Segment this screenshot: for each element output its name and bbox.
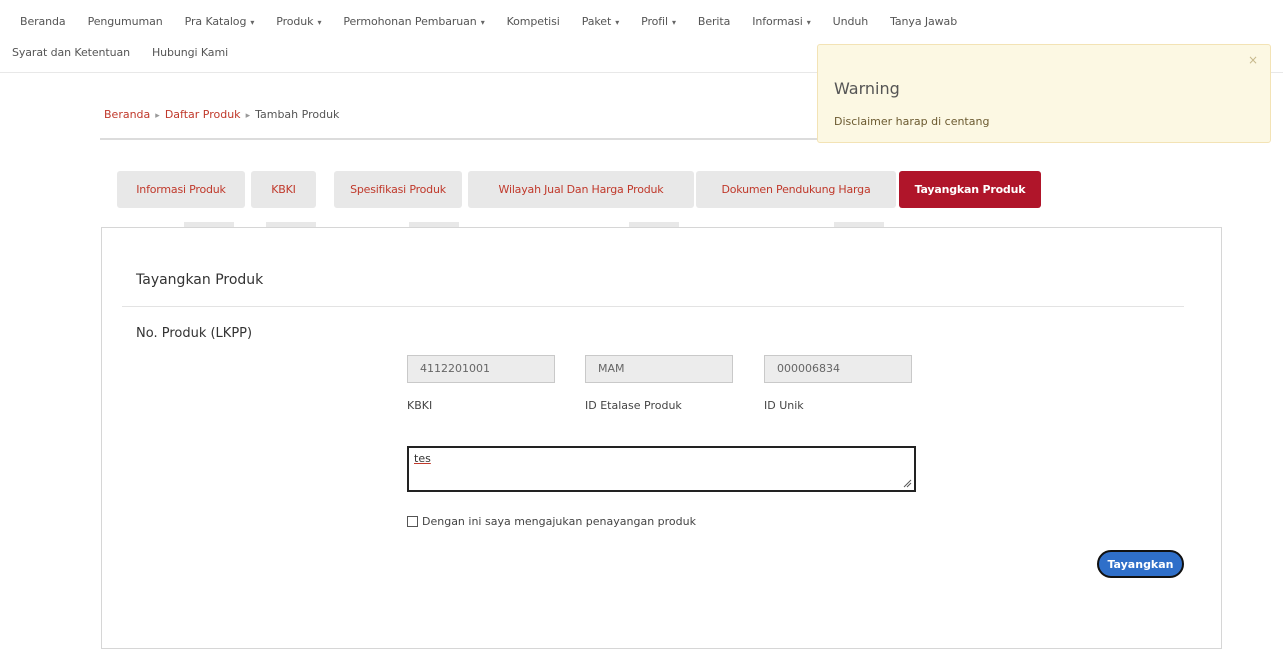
nav-item-label: Produk xyxy=(276,15,314,28)
product-number-label: No. Produk (LKPP) xyxy=(136,326,253,341)
nav-item-permohonan-pembaruan[interactable]: Permohonan Pembaruan ▾ xyxy=(343,15,484,28)
kbki-label: KBKI xyxy=(407,399,433,412)
nav-item-pra-katalog[interactable]: Pra Katalog ▾ xyxy=(185,15,255,28)
caret-down-icon: ▾ xyxy=(671,18,676,27)
disclaimer-checkbox[interactable] xyxy=(407,516,418,527)
nav-item-label: Profil xyxy=(641,15,668,28)
panel-title: Tayangkan Produk xyxy=(136,272,264,288)
nav-item-label: Berita xyxy=(697,15,731,28)
caret-down-icon: ▾ xyxy=(250,18,255,27)
notes-textarea-value: tes xyxy=(414,452,431,465)
nav-item-unduh[interactable]: Unduh xyxy=(832,15,869,28)
nav-item-label: Syarat dan Ketentuan xyxy=(12,46,130,59)
disclaimer-row: Dengan ini saya mengajukan penayangan pr… xyxy=(407,515,696,528)
nav-item-label: Informasi xyxy=(752,15,803,28)
breadcrumb-current: Tambah Produk xyxy=(255,108,340,121)
etalase-id-input: MAM xyxy=(585,355,733,383)
breadcrumb: Beranda ▸ Daftar Produk ▸ Tambah Produk xyxy=(104,108,339,121)
tab-dokumen-pendukung[interactable]: Dokumen Pendukung Harga xyxy=(696,171,896,208)
breadcrumb-divider xyxy=(100,138,825,140)
nav-item-label: Unduh xyxy=(832,15,869,28)
nav-item-pengumuman[interactable]: Pengumuman xyxy=(88,15,163,28)
toast-message: Disclaimer harap di centang xyxy=(834,115,990,128)
nav-item-berita[interactable]: Berita xyxy=(698,15,730,28)
nav-item-label: Paket xyxy=(581,15,612,28)
tab-spesifikasi-produk[interactable]: Spesifikasi Produk xyxy=(334,171,462,208)
caret-down-icon: ▾ xyxy=(806,18,811,27)
panel-divider xyxy=(122,306,1184,307)
caret-down-icon: ▾ xyxy=(615,18,620,27)
tayangkan-panel: Tayangkan Produk No. Produk (LKPP) 41122… xyxy=(101,227,1222,649)
breadcrumb-product-list[interactable]: Daftar Produk xyxy=(165,108,241,121)
nav-row-2: Syarat dan Ketentuan Hubungi Kami xyxy=(12,46,250,59)
nav-item-hubungi-kami[interactable]: Hubungi Kami xyxy=(152,46,228,59)
nav-item-profil[interactable]: Profil ▾ xyxy=(641,15,676,28)
breadcrumb-separator-icon: ▸ xyxy=(155,111,160,121)
nav-item-produk[interactable]: Produk ▾ xyxy=(276,15,321,28)
nav-row-1: Beranda Pengumuman Pra Katalog ▾ Produk ▾ Perm… xyxy=(20,15,979,28)
tab-tayangkan-produk[interactable]: Tayangkan Produk xyxy=(899,171,1041,208)
etalase-id-label: ID Etalase Produk xyxy=(585,399,682,412)
nav-item-syarat-dan-ketentuan[interactable]: Syarat dan Ketentuan xyxy=(12,46,130,59)
nav-item-label: Tanya Jawab xyxy=(890,15,958,28)
nav-item-paket[interactable]: Paket ▾ xyxy=(582,15,619,28)
nav-item-label: Pra Katalog xyxy=(184,15,247,28)
nav-item-tanya-jawab[interactable]: Tanya Jawab xyxy=(890,15,957,28)
caret-down-icon: ▾ xyxy=(317,18,322,27)
breadcrumb-separator-icon: ▸ xyxy=(245,111,251,121)
close-icon[interactable]: × xyxy=(1248,53,1258,67)
resize-grip-icon[interactable] xyxy=(902,478,912,488)
tab-informasi-produk[interactable]: Informasi Produk xyxy=(117,171,245,208)
caret-down-icon: ▾ xyxy=(480,18,485,27)
nav-item-beranda[interactable]: Beranda xyxy=(20,15,66,28)
nav-item-label: Pengumuman xyxy=(87,15,163,28)
unique-id-label: ID Unik xyxy=(764,399,804,412)
toast-title: Warning xyxy=(834,79,900,98)
nav-item-label: Kompetisi xyxy=(506,15,560,28)
nav-item-informasi[interactable]: Informasi ▾ xyxy=(752,15,811,28)
disclaimer-label: Dengan ini saya mengajukan penayangan pr… xyxy=(422,515,696,528)
nav-item-label: Beranda xyxy=(20,15,66,28)
warning-toast: × Warning Disclaimer harap di centang xyxy=(817,44,1271,143)
notes-textarea[interactable]: tes xyxy=(407,446,916,492)
tab-wilayah-jual[interactable]: Wilayah Jual Dan Harga Produk xyxy=(468,171,694,208)
nav-item-label: Hubungi Kami xyxy=(151,46,229,59)
unique-id-input: 000006834 xyxy=(764,355,912,383)
breadcrumb-home[interactable]: Beranda xyxy=(104,108,150,121)
nav-item-kompetisi[interactable]: Kompetisi xyxy=(507,15,560,28)
tab-kbki[interactable]: KBKI xyxy=(251,171,316,208)
tayangkan-button[interactable]: Tayangkan xyxy=(1097,550,1184,578)
nav-item-label: Permohonan Pembaruan xyxy=(343,15,477,28)
kbki-input: 4112201001 xyxy=(407,355,555,383)
